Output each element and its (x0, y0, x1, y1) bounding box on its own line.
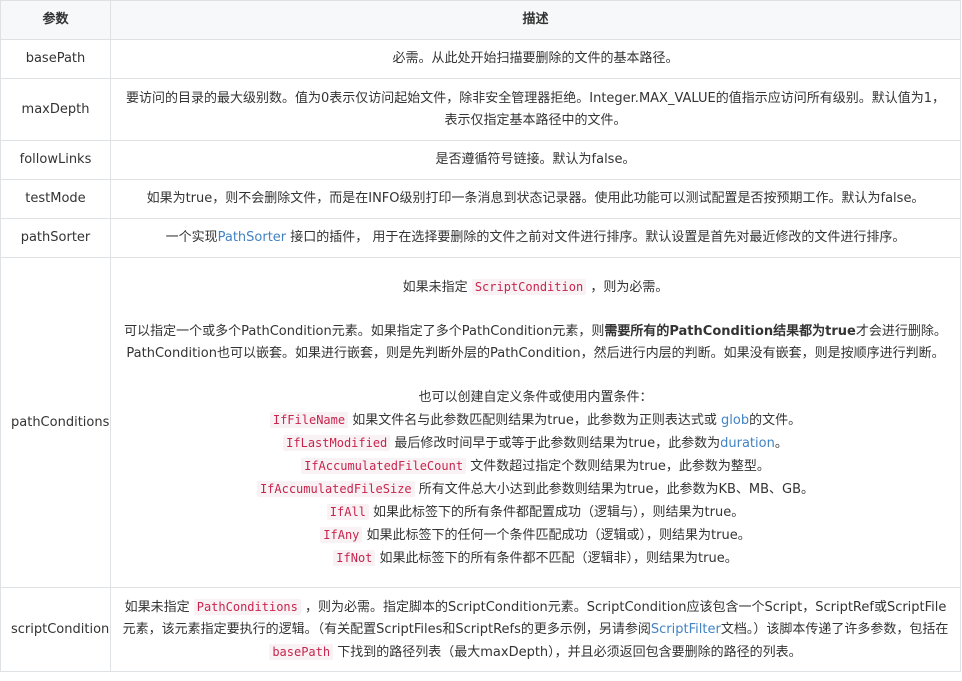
table-row: testMode 如果为true，则不会删除文件，而是在INFO级别打印一条消息… (0, 179, 961, 219)
text: ，则为必需。 (586, 279, 669, 295)
inline-code: IfFileName (269, 411, 349, 428)
inline-code: IfNot (333, 549, 376, 566)
text: 如果此标签下的所有条件都不匹配（逻辑非），则结果为true。 (375, 550, 738, 566)
text: 一个实现 (165, 230, 218, 245)
condition-line: IfNot 如果此标签下的所有条件都不匹配（逻辑非），则结果为true。 (121, 547, 950, 570)
table-row: basePath 必需。从此处开始扫描要删除的文件的基本路径。 (0, 39, 961, 79)
param-name: pathSorter (0, 218, 111, 258)
inline-code: IfAccumulatedFileSize (256, 480, 415, 497)
condition-list: IfFileName 如果文件名与此参数匹配则结果为true，此参数为正则表达式… (121, 409, 950, 570)
paragraph: 也可以创建自定义条件或使用内置条件： (418, 389, 653, 405)
param-description: 如果为true，则不会删除文件，而是在INFO级别打印一条消息到状态记录器。使用… (110, 179, 961, 219)
param-description: 要访问的目录的最大级别数。值为0表示仅访问起始文件，除非安全管理器拒绝。Inte… (110, 78, 961, 141)
condition-line: IfAccumulatedFileCount 文件数超过指定个数则结果为true… (121, 455, 950, 478)
text: 最后修改时间早于或等于此参数则结果为true，此参数为 (390, 435, 721, 451)
condition-line: IfFileName 如果文件名与此参数匹配则结果为true，此参数为正则表达式… (121, 409, 950, 432)
condition-line: IfAny 如果此标签下的任何一个条件匹配成功（逻辑或），则结果为true。 (121, 524, 950, 547)
param-name: pathConditions (0, 257, 111, 588)
table-row: maxDepth 要访问的目录的最大级别数。值为0表示仅访问起始文件，除非安全管… (0, 78, 961, 141)
header-description: 描述 (110, 0, 961, 40)
param-name: scriptCondition (0, 587, 111, 672)
paragraph: 如果未指定 ScriptCondition ，则为必需。 (121, 276, 950, 299)
inline-code: IfLastModified (283, 434, 391, 451)
text: 如果未指定 (124, 599, 194, 615)
text: 接口的插件， 用于在选择要删除的文件之前对文件进行排序。默认设置是首先对最近修改… (286, 230, 906, 245)
bold-text: 需要所有的PathCondition结果都为true (604, 323, 856, 339)
text: 的文件。 (749, 412, 802, 428)
condition-line: IfLastModified 最后修改时间早于或等于此参数则结果为true，此参… (121, 432, 950, 455)
param-description: 如果未指定 PathConditions ，则为必需。指定脚本的ScriptCo… (110, 587, 961, 672)
duration-link[interactable]: duration (720, 436, 775, 451)
param-description: 是否遵循符号链接。默认为false。 (110, 140, 961, 180)
inline-code: PathConditions (193, 598, 301, 615)
param-name: maxDepth (0, 78, 111, 141)
paragraph: 可以指定一个或多个PathCondition元素。如果指定了多个PathCond… (121, 321, 950, 365)
param-name: testMode (0, 179, 111, 219)
text: 下找到的路径列表（最大maxDepth），并且必须返回包含要删除的路径的列表。 (333, 644, 802, 660)
condition-line: IfAll 如果此标签下的所有条件都配置成功（逻辑与），则结果为true。 (121, 501, 950, 524)
scriptfilter-link[interactable]: ScriptFilter (651, 622, 721, 637)
inline-code: ScriptCondition (471, 278, 587, 295)
text: 如果此标签下的任何一个条件匹配成功（逻辑或），则结果为true。 (362, 527, 751, 543)
param-description: 如果未指定 ScriptCondition ，则为必需。 可以指定一个或多个Pa… (110, 257, 961, 588)
table-row: scriptCondition 如果未指定 PathConditions ，则为… (0, 587, 961, 672)
header-param: 参数 (0, 0, 111, 40)
inline-code: IfAll (326, 503, 369, 520)
table-row: followLinks 是否遵循符号链接。默认为false。 (0, 140, 961, 180)
pathsorter-link[interactable]: PathSorter (218, 230, 287, 245)
text: 可以指定一个或多个PathCondition元素。如果指定了多个PathCond… (124, 323, 605, 339)
text: 如果此标签下的所有条件都配置成功（逻辑与），则结果为true。 (368, 504, 745, 520)
parameters-table: 参数 描述 basePath 必需。从此处开始扫描要删除的文件的基本路径。 ma… (0, 0, 961, 672)
text: 文档。）该脚本传递了许多参数，包括在 (720, 621, 949, 637)
param-name: followLinks (0, 140, 111, 180)
text: 如果未指定 (402, 279, 472, 295)
param-description: 必需。从此处开始扫描要删除的文件的基本路径。 (110, 39, 961, 79)
text: 如果文件名与此参数匹配则结果为true，此参数为正则表达式或 (348, 412, 722, 428)
param-description: 一个实现PathSorter 接口的插件， 用于在选择要删除的文件之前对文件进行… (110, 218, 961, 258)
text: 所有文件总大小达到此参数则结果为true，此参数为KB、MB、GB。 (414, 481, 815, 497)
table-row: pathSorter 一个实现PathSorter 接口的插件， 用于在选择要删… (0, 218, 961, 258)
inline-code: basePath (269, 643, 334, 660)
inline-code: IfAny (320, 526, 363, 543)
text: 。 (774, 435, 788, 451)
glob-link[interactable]: glob (721, 413, 749, 428)
condition-line: IfAccumulatedFileSize 所有文件总大小达到此参数则结果为tr… (121, 478, 950, 501)
table-row: pathConditions 如果未指定 ScriptCondition ，则为… (0, 257, 961, 588)
inline-code: IfAccumulatedFileCount (301, 457, 467, 474)
param-name: basePath (0, 39, 111, 79)
table-header-row: 参数 描述 (0, 0, 961, 40)
text: 文件数超过指定个数则结果为true，此参数为整型。 (466, 458, 770, 474)
